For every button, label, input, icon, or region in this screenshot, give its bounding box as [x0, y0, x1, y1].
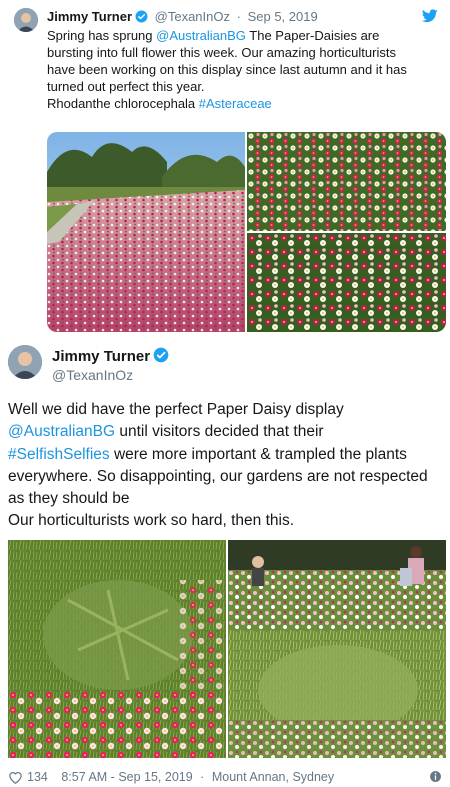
tweet-text: Well we did have the perfect Paper Daisy… — [8, 399, 444, 533]
text-line: Well we did have the perfect Paper Daisy… — [8, 401, 344, 418]
tweet-media-grid — [8, 540, 446, 758]
mention-link[interactable]: @AustralianBG — [156, 28, 246, 43]
hashtag-link[interactable]: #SelfishSelfies — [8, 446, 110, 463]
text-line: Our horticulturists work so hard, then t… — [8, 512, 295, 530]
user-handle[interactable]: @TexanInOz — [52, 367, 133, 383]
user-name-text[interactable]: Jimmy Turner — [52, 348, 150, 365]
tweet-footer: 134 8:57 AM - Sep 15, 2019 · Mount Annan… — [8, 768, 444, 786]
quoted-avatar[interactable] — [14, 8, 38, 32]
hashtag-link[interactable]: #Asteraceae — [199, 96, 272, 111]
heart-icon[interactable] — [8, 770, 23, 787]
quoted-media-grid — [47, 132, 446, 332]
mention-link[interactable]: @AustralianBG — [8, 423, 115, 440]
trampled-daisies-photo[interactable] — [8, 540, 226, 758]
text-fragment: Rhodanthe chlorocephala — [47, 96, 199, 111]
quoted-date[interactable]: Sep 5, 2019 — [248, 9, 318, 24]
verified-icon — [135, 10, 148, 27]
daisy-closeup-photo[interactable] — [247, 132, 446, 231]
visitors-in-daisies-photo[interactable] — [228, 540, 446, 758]
text-fragment: Spring has sprung — [47, 28, 157, 43]
text-line: everywhere. So disappointing, our garden… — [8, 467, 428, 485]
quoted-tweet[interactable]: Jimmy Turner @TexanInOz · Sep 5, 2019 Sp… — [0, 0, 450, 338]
quoted-tweet-text: Spring has sprung @AustralianBG The Pape… — [47, 27, 439, 112]
info-icon[interactable] — [429, 770, 442, 787]
twitter-bird-icon[interactable] — [421, 9, 438, 28]
text-line: have been working on this display since … — [47, 62, 407, 77]
quoted-header: Jimmy Turner @TexanInOz · Sep 5, 2019 — [47, 9, 318, 27]
user-name[interactable]: Jimmy Turner — [52, 347, 169, 368]
tweet-timestamp[interactable]: 8:57 AM - Sep 15, 2019 — [61, 770, 192, 784]
user-avatar[interactable] — [8, 345, 42, 379]
text-fragment: until visitors decided that their — [115, 423, 324, 441]
daisy-closeup-photo-2[interactable] — [247, 233, 446, 332]
meta-separator: · — [236, 9, 241, 24]
text-line: turned out perfect this year. — [47, 79, 205, 94]
quoted-handle[interactable]: @TexanInOz — [155, 9, 230, 24]
tweet-location[interactable]: Mount Annan, Sydney — [212, 770, 334, 784]
text-fragment: The Paper-Daisies are — [245, 28, 380, 43]
verified-icon — [153, 347, 169, 368]
like-count[interactable]: 134 — [27, 770, 48, 784]
daisy-field-path-photo[interactable] — [47, 132, 245, 332]
text-fragment: were more important & trampled the plant… — [109, 445, 407, 463]
footer-separator: · — [200, 770, 205, 784]
quoted-user-name[interactable]: Jimmy Turner — [47, 9, 132, 24]
text-line: bursting into full flower this week. Our… — [47, 45, 396, 60]
text-line: as they should be — [8, 490, 130, 508]
